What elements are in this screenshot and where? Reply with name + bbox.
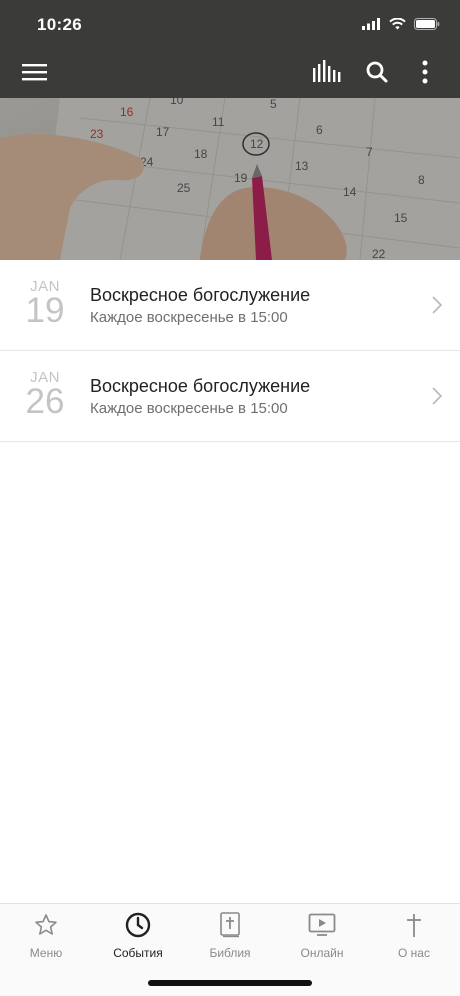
bible-icon	[219, 911, 241, 943]
more-vertical-icon	[422, 60, 428, 89]
star-icon	[34, 913, 58, 942]
event-date: JAN 26	[18, 369, 72, 420]
event-subtitle: Каждое воскресенье в 15:00	[90, 309, 288, 326]
status-icons	[362, 17, 440, 35]
event-row[interactable]: JAN 26 Воскресное богослужение Каждое во…	[0, 351, 460, 442]
event-day: 19	[25, 291, 65, 330]
hero-image: 10 11 12 5 6 7 8 17 18 19 13 14 15 24 25…	[0, 98, 460, 260]
tab-events[interactable]: События	[92, 912, 184, 960]
event-date: JAN 19	[18, 278, 72, 329]
hero-overlay	[0, 98, 460, 260]
chart-button[interactable]	[312, 50, 342, 98]
tv-play-icon	[308, 913, 336, 942]
more-button[interactable]	[412, 50, 438, 98]
chart-bars-icon	[313, 59, 341, 89]
event-row[interactable]: JAN 19 Воскресное богослужение Каждое во…	[0, 260, 460, 351]
event-list: JAN 19 Воскресное богослужение Каждое во…	[0, 260, 460, 442]
menu-icon	[22, 62, 48, 87]
tab-bible[interactable]: Библия	[184, 911, 276, 960]
chevron-right-icon	[432, 296, 443, 319]
tab-label: События	[113, 946, 163, 960]
tab-online[interactable]: Онлайн	[276, 912, 368, 960]
tab-label: Библия	[209, 946, 251, 960]
cross-icon	[405, 912, 423, 943]
chevron-right-icon	[432, 387, 443, 410]
status-time: 10:26	[37, 15, 82, 34]
search-icon	[366, 61, 388, 88]
clock-icon	[125, 912, 151, 943]
wifi-icon	[389, 17, 406, 35]
event-day: 26	[25, 382, 65, 421]
battery-icon	[414, 17, 440, 35]
menu-button[interactable]	[20, 50, 50, 98]
event-subtitle: Каждое воскресенье в 15:00	[90, 400, 288, 417]
status-bar: 10:26	[0, 0, 460, 50]
signal-icon	[362, 17, 381, 35]
tab-label: Онлайн	[300, 946, 344, 960]
search-button[interactable]	[362, 50, 392, 98]
tab-about[interactable]: О нас	[368, 912, 460, 960]
home-indicator	[148, 980, 312, 986]
tab-label: О нас	[398, 946, 430, 960]
tab-label: Меню	[29, 946, 63, 960]
event-title: Воскресное богослужение	[90, 285, 311, 305]
event-title: Воскресное богослужение	[90, 376, 311, 396]
tab-menu[interactable]: Меню	[0, 912, 92, 960]
app-bar	[0, 50, 460, 98]
